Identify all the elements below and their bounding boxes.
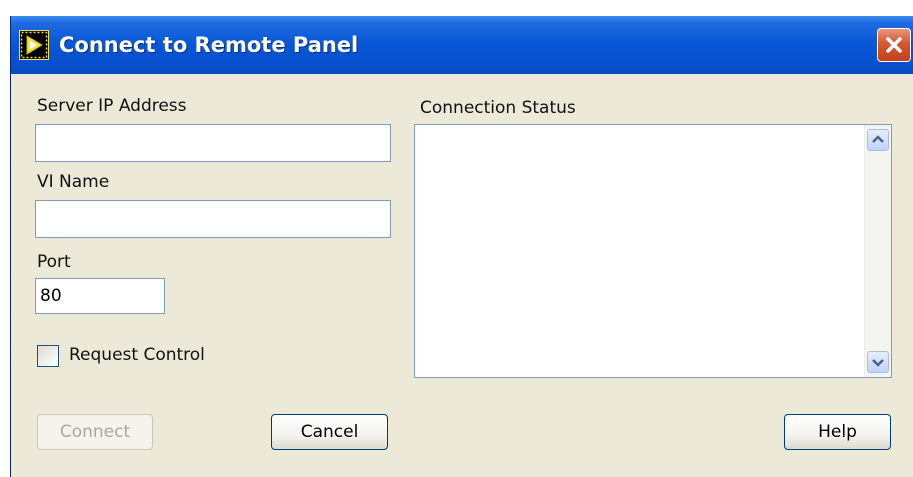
request-control-label: Request Control (69, 345, 205, 365)
labview-run-icon (19, 30, 49, 60)
connect-button[interactable]: Connect (37, 414, 153, 450)
port-label: Port (37, 252, 71, 272)
help-button[interactable]: Help (784, 414, 891, 450)
port-input[interactable] (35, 278, 165, 314)
vi-name-input[interactable] (35, 200, 391, 238)
vertical-scrollbar[interactable] (864, 125, 891, 377)
connection-status-textbox[interactable] (414, 124, 892, 378)
chevron-up-icon (872, 135, 884, 143)
close-button[interactable] (877, 28, 911, 62)
vi-name-label: VI Name (37, 172, 110, 192)
server-ip-label: Server IP Address (37, 96, 187, 116)
window-title: Connect to Remote Panel (59, 33, 359, 57)
scroll-up-button[interactable] (867, 129, 889, 151)
server-ip-input[interactable] (35, 124, 391, 162)
request-control-checkbox[interactable] (37, 345, 59, 367)
title-bar[interactable]: Connect to Remote Panel (11, 16, 913, 74)
connection-status-label: Connection Status (420, 98, 576, 118)
scroll-down-button[interactable] (867, 351, 889, 373)
cancel-button[interactable]: Cancel (271, 414, 388, 450)
chevron-down-icon (872, 359, 884, 367)
connect-remote-panel-dialog: Connect to Remote Panel Server IP Addres… (10, 16, 913, 477)
close-icon (886, 37, 902, 53)
